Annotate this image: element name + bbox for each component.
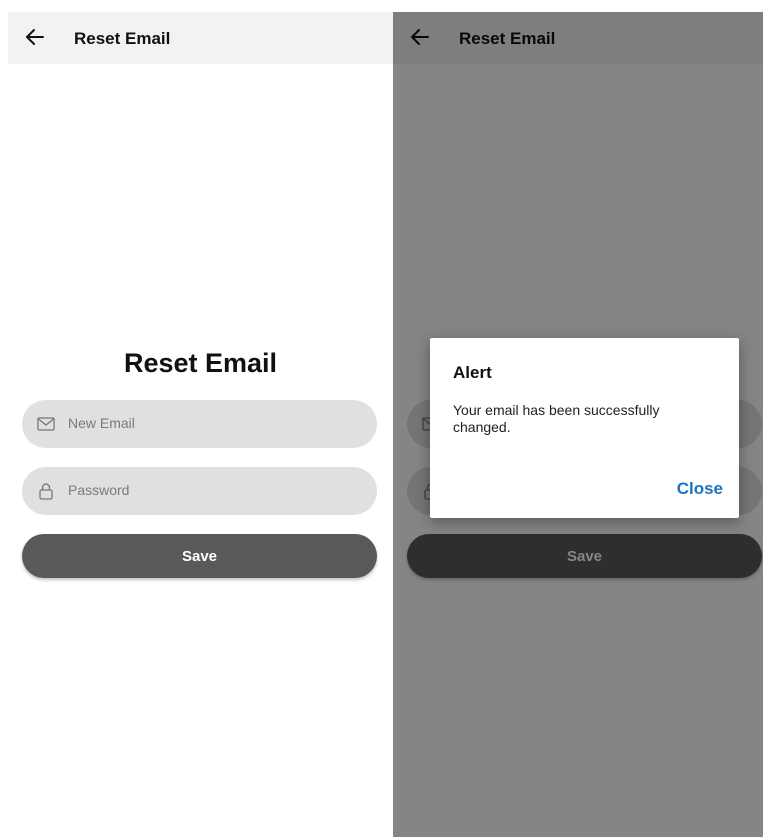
save-button[interactable]: Save — [22, 534, 377, 578]
app-bar-title: Reset Email — [74, 29, 171, 48]
alert-dialog: Alert Your email has been successfully c… — [430, 338, 739, 518]
page-title: Reset Email — [123, 348, 278, 378]
new-email-placeholder: New Email — [68, 415, 135, 431]
dialog-message: Your email has been successfully changed… — [453, 402, 660, 435]
password-input[interactable]: Password — [22, 467, 377, 515]
reset-email-screen: Reset Email Reset Email New Email Passwo… — [8, 12, 393, 837]
lock-icon — [39, 483, 53, 500]
new-email-input[interactable]: New Email — [22, 400, 377, 448]
app-bar: Reset Email — [8, 12, 393, 64]
mail-icon — [37, 417, 55, 431]
reset-email-screen-alert: Reset Email Save Alert Your email has be… — [393, 12, 763, 837]
password-placeholder: Password — [68, 482, 130, 498]
close-button[interactable]: Close — [677, 479, 723, 499]
back-arrow-icon[interactable] — [24, 26, 46, 48]
dialog-title: Alert — [453, 363, 492, 382]
